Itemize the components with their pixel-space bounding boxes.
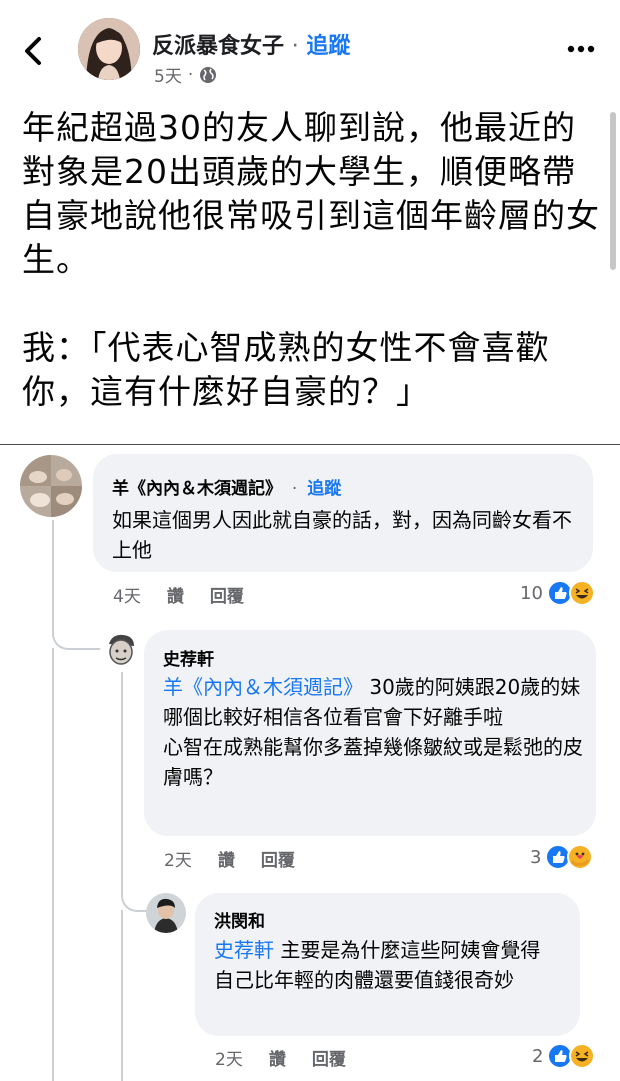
separator-dot: · [291, 34, 299, 59]
commenter-name[interactable]: 羊《內內＆木須週記》 [112, 479, 282, 499]
commenter-avatar[interactable] [146, 893, 186, 933]
reaction-count: 2 [532, 1045, 544, 1067]
like-button[interactable]: 讚 [269, 1045, 286, 1070]
back-chevron-icon[interactable] [22, 36, 44, 66]
thread-line [52, 648, 54, 1081]
care-reaction-icon [567, 844, 594, 870]
author-name[interactable]: 反派暴食女子 [152, 34, 284, 59]
thread-line [52, 520, 54, 620]
thread-line [121, 910, 123, 1081]
commenter-name[interactable]: 史荐軒 [163, 645, 214, 670]
post-header-line: 反派暴食女子 · 追蹤 [152, 28, 350, 60]
more-options-icon[interactable] [566, 44, 596, 54]
commenter-avatar[interactable] [20, 455, 82, 517]
scrollbar[interactable] [610, 112, 616, 270]
mention-link[interactable]: 羊《內內＆木須週記》 [163, 675, 363, 699]
comment-text: 如果這個男人因此就自豪的話，對，因為同齡女看不上他 [112, 508, 572, 562]
divider [0, 444, 620, 445]
comment-actions: 4天 讚 回覆 [113, 582, 244, 607]
like-button[interactable]: 讚 [218, 846, 235, 871]
reaction-summary[interactable]: 3 [530, 844, 594, 870]
comment-time[interactable]: 2天 [164, 846, 192, 871]
comment-text: 史荐軒 主要是為什麼這些阿姨會覺得 自己比年輕的肉體還要值錢很奇妙 [214, 935, 566, 995]
thread-connector [121, 880, 147, 912]
commenter-name[interactable]: 洪閔和 [214, 907, 265, 932]
reaction-count: 10 [520, 582, 543, 604]
post-time[interactable]: 5天 [154, 62, 182, 87]
comment-actions: 2天 讚 回覆 [215, 1045, 346, 1070]
haha-reaction-icon [569, 1043, 596, 1069]
comment-header: 羊《內內＆木須週記》 · 追蹤 [112, 479, 342, 499]
author-avatar[interactable] [78, 18, 140, 80]
post-meta: 5天 · [154, 62, 217, 87]
reply-button[interactable]: 回覆 [312, 1045, 346, 1070]
globe-icon [200, 66, 217, 83]
mention-link[interactable]: 史荐軒 [214, 938, 274, 962]
thread-connector [52, 612, 102, 650]
comment-time[interactable]: 4天 [113, 582, 141, 607]
separator-dot: · [187, 64, 194, 85]
comment-time[interactable]: 2天 [215, 1045, 243, 1070]
commenter-avatar[interactable] [100, 630, 142, 672]
reaction-summary[interactable]: 10 [520, 580, 595, 606]
reaction-summary[interactable]: 2 [532, 1043, 596, 1069]
thread-line [121, 670, 123, 890]
comment-text: 羊《內內＆木須週記》 30歲的阿姨跟20歲的妹 哪個比較好相信各位看官會下好離手… [163, 672, 583, 792]
reaction-count: 3 [530, 846, 542, 868]
reply-button[interactable]: 回覆 [261, 846, 295, 871]
haha-reaction-icon [568, 580, 595, 606]
reply-button[interactable]: 回覆 [210, 582, 244, 607]
follow-button[interactable]: 追蹤 [307, 479, 341, 499]
follow-button[interactable]: 追蹤 [306, 34, 350, 59]
comment-actions: 2天 讚 回覆 [164, 846, 295, 871]
like-button[interactable]: 讚 [167, 582, 184, 607]
post-text: 年紀超過30的友人聊到說，他最近的對象是20出頭歲的大學生，順便略帶自豪地說他很… [22, 108, 600, 411]
